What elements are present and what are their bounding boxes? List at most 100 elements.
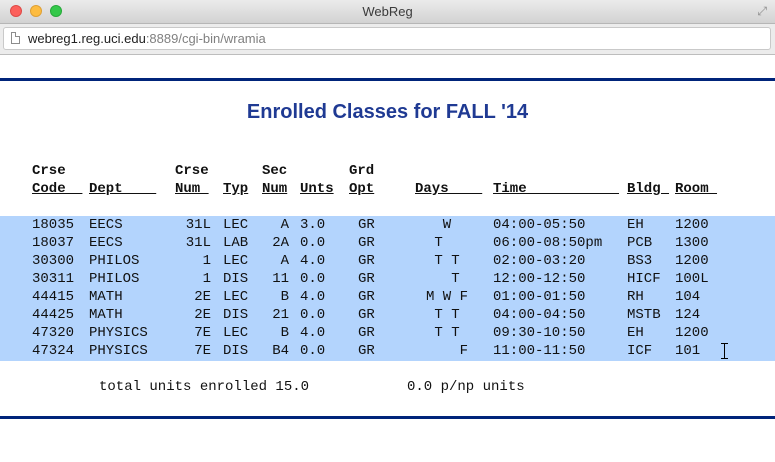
- column-header-bottom: Bldg: [627, 181, 670, 197]
- cell-opt: GR: [358, 307, 375, 323]
- url-path: :8889/cgi-bin/wramia: [145, 31, 266, 46]
- cell-num: 31L: [185, 235, 211, 251]
- column-header-top: [300, 162, 334, 180]
- cell-typ: LEC: [223, 253, 249, 269]
- cell-code: 18037: [32, 235, 75, 251]
- cell-room: 104: [675, 289, 701, 305]
- cell-days: T T: [426, 307, 460, 323]
- cell-code: 30311: [32, 271, 75, 287]
- cell-num: 2E: [194, 307, 211, 323]
- cell-bldg: EH: [627, 325, 644, 341]
- window-titlebar: WebReg ⤢: [0, 0, 775, 24]
- cell-opt: GR: [358, 343, 375, 359]
- cell-typ: DIS: [223, 271, 249, 287]
- column-header-days: Days: [415, 162, 482, 198]
- cell-time: 09:30-10:50: [493, 325, 586, 341]
- bottom-rule: [0, 416, 775, 419]
- text-cursor-icon: [721, 343, 728, 359]
- column-header-room: Room: [675, 162, 717, 198]
- cell-code: 44415: [32, 289, 75, 305]
- url-field[interactable]: webreg1.reg.uci.edu:8889/cgi-bin/wramia: [3, 27, 771, 50]
- column-header-code: Crse Code: [32, 162, 82, 198]
- column-header-units: Unts: [300, 162, 334, 198]
- column-header-typ: Typ: [223, 162, 248, 198]
- column-header-bottom: Unts: [300, 181, 334, 197]
- cell-sec: B4: [272, 343, 289, 359]
- cell-units: 0.0: [300, 343, 326, 359]
- column-header-top: Sec: [262, 163, 288, 179]
- cell-opt: GR: [358, 271, 375, 287]
- url-text[interactable]: webreg1.reg.uci.edu:8889/cgi-bin/wramia: [28, 31, 266, 46]
- column-header-top: Grd: [349, 163, 375, 179]
- cell-typ: LEC: [223, 289, 249, 305]
- cell-code: 30300: [32, 253, 75, 269]
- cell-units: 4.0: [300, 253, 326, 269]
- cell-bldg: PCB: [627, 235, 653, 251]
- cell-room: 100L: [675, 271, 709, 287]
- fullscreen-icon[interactable]: ⤢: [757, 4, 767, 19]
- cell-days: T T: [426, 253, 460, 269]
- column-header-opt: Grd Opt: [349, 162, 374, 198]
- cell-days: T: [426, 235, 443, 251]
- table-row: 18037 EECS 31L LAB 2A 0.0 GR T 06:00-08:50pm PCB…: [0, 234, 775, 252]
- top-rule: [0, 78, 775, 81]
- column-header-bottom: Opt: [349, 181, 375, 197]
- cell-bldg: MSTB: [627, 307, 661, 323]
- page-document-icon: [11, 32, 20, 44]
- cell-units: 0.0: [300, 307, 326, 323]
- cell-typ: LEC: [223, 325, 249, 341]
- table-row: 18035 EECS 31L LEC A 3.0 GR W 04:00-05:50 EH 1200: [0, 216, 775, 234]
- column-header-top: [223, 162, 248, 180]
- cell-sec: 21: [272, 307, 289, 323]
- cell-units: 0.0: [300, 271, 326, 287]
- cell-time: 04:00-04:50: [493, 307, 586, 323]
- column-header-top: Crse: [175, 163, 209, 179]
- cell-opt: GR: [358, 289, 375, 305]
- cell-days: T: [426, 271, 460, 287]
- cell-sec: 2A: [272, 235, 289, 251]
- cell-bldg: EH: [627, 217, 644, 233]
- column-header-num: Crse Num: [175, 162, 209, 198]
- cell-typ: LEC: [223, 217, 249, 233]
- cell-sec: A: [280, 217, 289, 233]
- cell-days: W: [426, 217, 452, 233]
- cell-opt: GR: [358, 253, 375, 269]
- page-title: Enrolled Classes for FALL '14: [246, 101, 529, 123]
- column-header-top: [415, 162, 482, 180]
- cell-dept: MATH: [89, 289, 123, 305]
- url-host: webreg1.reg.uci.edu: [28, 31, 146, 46]
- cell-typ: LAB: [223, 235, 249, 251]
- cell-num: 31L: [185, 217, 211, 233]
- cell-sec: B: [280, 325, 289, 341]
- cell-dept: MATH: [89, 307, 123, 323]
- column-header-top: [675, 162, 717, 180]
- cell-typ: DIS: [223, 343, 249, 359]
- cell-dept: PHILOS: [89, 253, 140, 269]
- column-header-bottom: Typ: [223, 181, 249, 197]
- cell-bldg: HICF: [627, 271, 661, 287]
- cell-num: 1: [202, 271, 211, 287]
- cell-bldg: ICF: [627, 343, 653, 359]
- cell-room: 1300: [675, 235, 709, 251]
- column-header-bottom: Dept: [89, 181, 157, 197]
- cell-units: 4.0: [300, 289, 326, 305]
- cell-room: 101: [675, 343, 701, 359]
- column-header-top: [493, 162, 619, 180]
- cell-time: 01:00-01:50: [493, 289, 586, 305]
- cell-units: 4.0: [300, 325, 326, 341]
- cell-room: 124: [675, 307, 701, 323]
- cell-days: F: [426, 343, 469, 359]
- pnp-units: 0.0 p/np units: [407, 379, 525, 395]
- cell-num: 2E: [194, 289, 211, 305]
- cell-code: 47324: [32, 343, 75, 359]
- column-header-top: [89, 162, 156, 180]
- cell-time: 02:00-03:20: [493, 253, 586, 269]
- cell-time: 12:00-12:50: [493, 271, 586, 287]
- cell-bldg: RH: [627, 289, 644, 305]
- cell-sec: B: [280, 289, 289, 305]
- column-header-sec: Sec Num: [262, 162, 287, 198]
- cell-time: 11:00-11:50: [493, 343, 586, 359]
- cell-time: 04:00-05:50: [493, 217, 586, 233]
- table-row: 30311 PHILOS 1 DIS 11 0.0 GR T 12:00-12:50 HICF 1…: [0, 270, 775, 288]
- column-header-bottom: Days: [415, 181, 483, 197]
